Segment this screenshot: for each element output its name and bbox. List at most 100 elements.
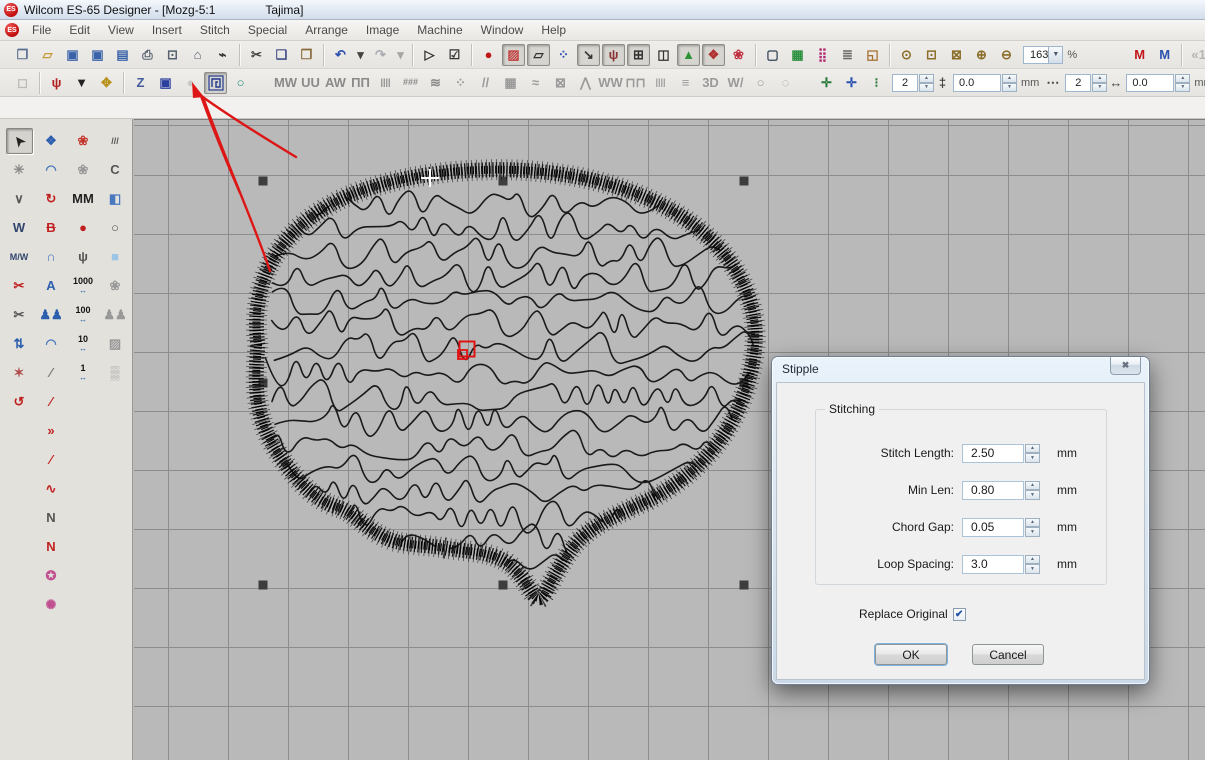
zoom-rect-button[interactable]: ⊠ <box>945 44 968 66</box>
open-design-button[interactable]: ▱ <box>36 44 59 66</box>
zoom-in-button[interactable]: ⊕ <box>970 44 993 66</box>
reshape-object-button[interactable]: ✥ <box>95 72 118 94</box>
open-from-machine-button[interactable]: ▤ <box>111 44 134 66</box>
pull-comp-field-spinner[interactable]: ▲▼ <box>1002 74 1017 92</box>
ok-button[interactable]: OK <box>875 644 947 665</box>
texture-tool[interactable]: ▒ <box>102 360 129 386</box>
print-button[interactable]: ⎙ <box>136 44 159 66</box>
show-artwork-button[interactable]: ❖ <box>702 44 725 66</box>
flower-outline-tool[interactable]: ❀ <box>70 157 97 183</box>
trim-tool[interactable]: ✂ <box>6 302 33 328</box>
elastic-tool[interactable]: ⇅ <box>6 331 33 357</box>
zoom-previous-1-button[interactable]: «1 <box>1187 44 1205 66</box>
loop-spacing-spinner[interactable]: ▲▼ <box>1025 555 1040 574</box>
lettering-tool[interactable]: A <box>38 273 65 299</box>
mirror-rotate-tool[interactable]: ↻ <box>38 186 65 212</box>
menu-special[interactable]: Special <box>239 21 296 39</box>
hoop-button[interactable]: ◻ <box>11 72 34 94</box>
show-outlines-button[interactable]: ▱ <box>527 44 550 66</box>
applique-b-button[interactable]: ◌ <box>774 72 797 94</box>
grade-count-spin-spinner[interactable]: ▲▼ <box>919 74 934 92</box>
penetration-tool[interactable]: ψ <box>70 244 97 270</box>
stitch-double-run-button[interactable]: UU <box>299 72 322 94</box>
show-picture-button[interactable]: ▲ <box>677 44 700 66</box>
show-grid-button[interactable]: ⊞ <box>627 44 650 66</box>
menu-window[interactable]: Window <box>472 21 533 39</box>
corner-shape-tool[interactable]: ◧ <box>102 186 129 212</box>
overview-window-button[interactable]: ▢ <box>761 44 784 66</box>
split-mw-tool[interactable]: M/W <box>6 244 33 270</box>
applique-a-button[interactable]: ○ <box>749 72 772 94</box>
scale-100-tool[interactable]: 100↔ <box>70 302 97 328</box>
stitch-flexi-button[interactable]: ≋ <box>424 72 447 94</box>
show-stitches-button[interactable]: ● <box>477 44 500 66</box>
show-hatch-button[interactable]: ▨ <box>502 44 525 66</box>
stitch-e-stitch-button[interactable]: ΠΠ <box>349 72 372 94</box>
remove-stitch-tool[interactable]: ✂ <box>6 273 33 299</box>
brush-tool[interactable]: ▨ <box>102 331 129 357</box>
zoom-level-select[interactable]: 163▼ <box>1023 46 1063 64</box>
wheel-tool[interactable]: ✺ <box>38 592 65 618</box>
open-object-tool[interactable]: N <box>38 505 65 531</box>
menu-stitch[interactable]: Stitch <box>191 21 239 39</box>
fill-fence-button[interactable]: ▦ <box>499 72 522 94</box>
menu-image[interactable]: Image <box>357 21 408 39</box>
show-background-button[interactable]: ❀ <box>727 44 750 66</box>
chevron-down-icon[interactable]: ▼ <box>1048 47 1062 63</box>
options-button[interactable]: ☑ <box>443 44 466 66</box>
dots-icon-button[interactable]: ⋯ <box>1044 72 1061 94</box>
stipple-button[interactable] <box>204 72 227 94</box>
stitch-list-button[interactable]: ≣ <box>836 44 859 66</box>
rectangle-tool[interactable]: ■ <box>102 244 129 270</box>
fill-satin-button[interactable]: |||| <box>649 72 672 94</box>
fill-contour-button[interactable]: ≡ <box>674 72 697 94</box>
edit-machine-function-button[interactable]: M <box>1153 44 1176 66</box>
min-len-spinner[interactable]: ▲▼ <box>1025 481 1040 500</box>
insert-machine-function-button[interactable]: M <box>1128 44 1151 66</box>
team-gray-tool[interactable]: ♟♟ <box>102 302 129 328</box>
pull-comp-field[interactable]: 0.0 <box>953 74 1001 92</box>
copy-button[interactable]: ❑ <box>270 44 293 66</box>
save-to-machine-button[interactable]: ▣ <box>86 44 109 66</box>
stitch-satin-button[interactable]: |||| <box>374 72 397 94</box>
orbit-tool[interactable]: ↺ <box>6 389 33 415</box>
single-run-tool[interactable]: ∕ <box>38 447 65 473</box>
closed-object-tool[interactable]: N <box>38 534 65 560</box>
save-design-button[interactable]: ▣ <box>61 44 84 66</box>
digitize-dome-tool[interactable]: ◠ <box>38 157 65 183</box>
circle-tool-button[interactable]: ● <box>179 72 202 94</box>
magic-wand-tool[interactable]: ✳ <box>6 157 33 183</box>
chord-gap-spinner[interactable]: ▲▼ <box>1025 518 1040 537</box>
fill-fur-button[interactable]: W/ <box>724 72 747 94</box>
run-stitch-tool[interactable]: ∕ <box>38 360 65 386</box>
remove-overlap-tool[interactable]: B <box>38 215 65 241</box>
align-centers-button[interactable]: ✛ <box>815 72 838 94</box>
backtrack-tool[interactable]: ∕ <box>38 389 65 415</box>
cut-button[interactable]: ✂ <box>245 44 268 66</box>
pattern-stamp-button[interactable]: Z <box>129 72 152 94</box>
last-stitch-button[interactable]: ▼ <box>70 72 93 94</box>
stitch-length-input[interactable]: 2.50 <box>962 444 1024 463</box>
send-to-machine-button[interactable]: ⌂ <box>186 44 209 66</box>
needle-point-button[interactable]: ψ <box>45 72 68 94</box>
show-needle-points-button[interactable]: ⁘ <box>552 44 575 66</box>
scale-10-tool[interactable]: 10↔ <box>70 331 97 357</box>
min-len-input[interactable]: 0.80 <box>962 481 1024 500</box>
offset-field-spinner[interactable]: ▲▼ <box>1175 74 1190 92</box>
connect-machine-button[interactable]: ⌁ <box>211 44 234 66</box>
fill-zigzag-button[interactable]: WW <box>599 72 622 94</box>
scale-1-tool[interactable]: 1↔ <box>70 360 97 386</box>
select-tool[interactable]: ➤ <box>6 128 33 154</box>
redo-dropdown[interactable]: ▾ <box>394 44 407 66</box>
replace-original-checkbox[interactable]: ✔ <box>953 608 966 621</box>
color-film-button[interactable]: ⣿ <box>811 44 834 66</box>
thread-colors-button[interactable]: ▦ <box>786 44 809 66</box>
fan-tool[interactable]: ✶ <box>6 360 33 386</box>
paste-button[interactable]: ❒ <box>295 44 318 66</box>
flower-fill-tool[interactable]: ❀ <box>70 128 97 154</box>
stitch-tatami-button[interactable]: ### <box>399 72 422 94</box>
undo-dropdown[interactable]: ▾ <box>354 44 367 66</box>
fill-lattice-button[interactable]: ⊠ <box>549 72 572 94</box>
zoom-1to1-button[interactable]: ⊙ <box>895 44 918 66</box>
offset-object-button[interactable]: ▣ <box>154 72 177 94</box>
